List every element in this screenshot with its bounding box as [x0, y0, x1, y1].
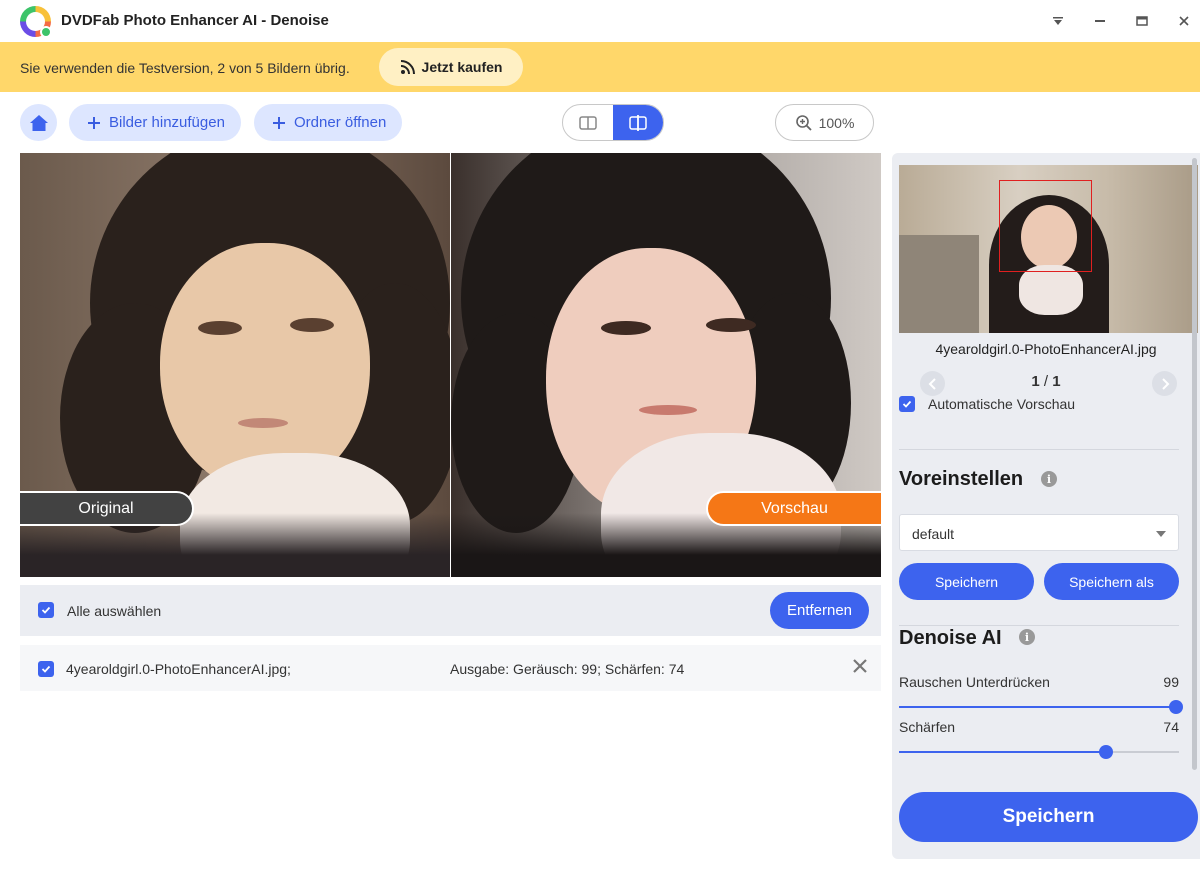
save-button[interactable]: Speichern: [899, 792, 1198, 842]
divider: [899, 625, 1179, 626]
info-icon[interactable]: i: [1041, 471, 1057, 487]
select-all-label: Alle auswählen: [67, 603, 162, 619]
maximize-icon[interactable]: [1131, 10, 1153, 32]
minimize-icon[interactable]: [1089, 10, 1111, 32]
zoom-level: 100%: [818, 114, 855, 131]
window-title: DVDFab Photo Enhancer AI - Denoise: [61, 12, 329, 29]
chevron-down-icon: [1156, 531, 1166, 537]
file-name: 4yearoldgirl.0-PhotoEnhancerAI.jpg;: [66, 661, 291, 677]
trial-banner: Sie verwenden die Testversion, 2 von 5 B…: [0, 42, 1200, 92]
file-list-header: Alle auswählen Entfernen: [20, 585, 881, 636]
rss-icon: [400, 60, 415, 75]
panel-scrollbar[interactable]: [1192, 153, 1197, 773]
page-total: 1: [1052, 373, 1061, 390]
zoom-in-icon: [795, 114, 812, 131]
presets-title: Voreinstellen: [899, 468, 1024, 490]
auto-preview-checkbox[interactable]: [899, 396, 915, 412]
close-icon[interactable]: [1173, 10, 1195, 32]
denoise-title: Denoise AI: [899, 627, 1002, 649]
page-current: 1: [1031, 373, 1040, 390]
info-icon[interactable]: i: [1019, 629, 1035, 645]
file-row-checkbox[interactable]: [38, 661, 54, 677]
app-logo-icon: [20, 6, 52, 38]
save-preset-as-button[interactable]: Speichern als: [1044, 563, 1179, 600]
thumbnail-filename: 4yearoldgirl.0-PhotoEnhancerAI.jpg: [935, 341, 1157, 357]
sharpen-label: Schärfen: [899, 719, 956, 735]
slider-handle[interactable]: [1099, 745, 1113, 759]
open-folder-button[interactable]: Ordner öffnen: [254, 104, 403, 141]
slider-fill: [899, 706, 1176, 708]
menu-dropdown-icon[interactable]: [1047, 10, 1069, 32]
next-image-button[interactable]: [1152, 371, 1177, 396]
auto-preview-label: Automatische Vorschau: [928, 396, 1076, 412]
home-button[interactable]: [20, 104, 57, 141]
original-label: Original: [20, 491, 194, 526]
file-output-settings: Ausgabe: Geräusch: 99; Schärfen: 74: [450, 661, 685, 677]
page-separator: /: [1043, 373, 1049, 390]
view-mode-toggle: [562, 104, 664, 141]
remove-button[interactable]: Entfernen: [770, 592, 869, 629]
buy-now-label: Jetzt kaufen: [421, 59, 503, 75]
viewport-indicator[interactable]: [999, 180, 1092, 272]
plus-icon: [88, 116, 100, 129]
save-preset-button[interactable]: Speichern: [899, 563, 1034, 600]
thumbnail-image[interactable]: [899, 165, 1198, 333]
add-images-button[interactable]: Bilder hinzufügen: [69, 104, 241, 141]
preset-select[interactable]: default: [899, 514, 1179, 551]
buy-now-button[interactable]: Jetzt kaufen: [379, 48, 523, 86]
sharpen-value: 74: [1163, 719, 1179, 735]
settings-panel: 4yearoldgirl.0-PhotoEnhancerAI.jpg 1 / 1…: [892, 153, 1200, 859]
plus-icon: [273, 116, 285, 129]
checkmark-icon: [41, 606, 51, 614]
sharpen-slider[interactable]: [899, 745, 1179, 759]
side-by-side-view-button[interactable]: [563, 105, 613, 140]
checkmark-icon: [902, 400, 912, 408]
title-bar: DVDFab Photo Enhancer AI - Denoise: [0, 0, 1200, 42]
split-view-icon: [629, 114, 647, 131]
remove-file-icon[interactable]: [850, 658, 870, 678]
preview-label: Vorschau: [706, 491, 881, 526]
slider-fill: [899, 751, 1106, 753]
noise-reduction-label: Rauschen Unterdrücken: [899, 674, 1050, 690]
file-row[interactable]: 4yearoldgirl.0-PhotoEnhancerAI.jpg; Ausg…: [20, 645, 881, 691]
add-images-label: Bilder hinzufügen: [109, 114, 225, 131]
noise-reduction-slider[interactable]: [899, 700, 1183, 714]
zoom-button[interactable]: 100%: [775, 104, 874, 141]
noise-reduction-value: 99: [1163, 674, 1179, 690]
slider-handle[interactable]: [1169, 700, 1183, 714]
trial-banner-text: Sie verwenden die Testversion, 2 von 5 B…: [20, 60, 350, 76]
checkmark-icon: [41, 665, 51, 673]
split-view-button[interactable]: [613, 105, 663, 140]
preset-value: default: [912, 526, 955, 542]
select-all-checkbox[interactable]: [38, 602, 54, 618]
chevron-right-icon: [1161, 377, 1169, 390]
side-by-side-icon: [579, 115, 597, 130]
home-icon: [29, 114, 48, 131]
open-folder-label: Ordner öffnen: [294, 114, 387, 131]
divider: [899, 449, 1179, 450]
